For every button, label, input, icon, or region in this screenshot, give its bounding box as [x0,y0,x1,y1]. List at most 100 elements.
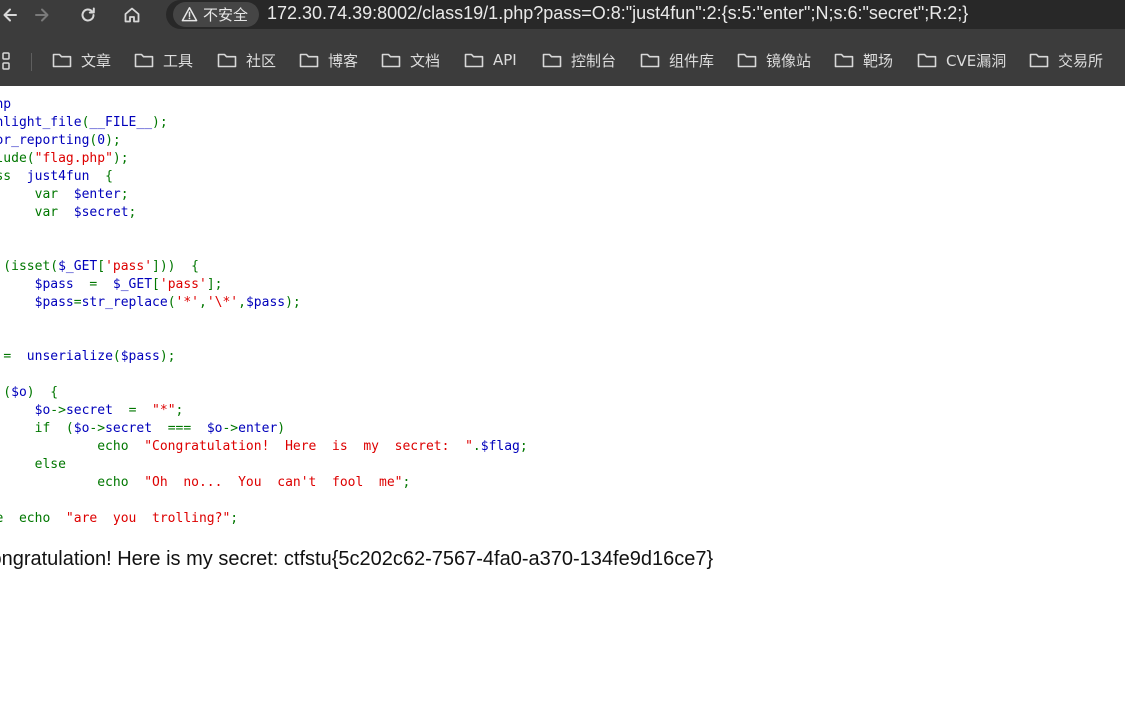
code-token: "flag.php" [34,151,113,166]
code-token: ); [112,151,129,166]
code-token: $_GET [112,277,153,292]
bookmark-folder[interactable]: 交易所 [1029,48,1103,72]
code-token: echo [97,475,129,490]
code-line: <?php [0,96,528,114]
code-token: highlight_file [0,115,82,130]
code-line: highlight_file(__FILE__); [0,114,528,132]
code-token: secret [105,421,168,436]
home-button[interactable] [120,3,144,27]
folder-icon [542,51,562,69]
reload-icon [81,7,95,22]
code-token: [ [97,259,106,274]
bookmark-folder[interactable]: 文档 [381,48,440,72]
code-line: $o = unserialize($pass); [0,348,528,366]
code-token: 'pass' [159,277,207,292]
bookmark-folder[interactable]: 组件库 [640,48,714,72]
apps-grid-icon[interactable] [0,52,10,70]
bookmark-folder[interactable]: 博客 [299,48,358,72]
folder-icon [134,51,154,69]
forward-button[interactable] [30,3,54,27]
folder-icon [917,51,937,69]
security-label: 不安全 [203,6,249,24]
code-token: $pass [34,277,90,292]
code-token: [ [152,277,160,292]
bookmark-label: CVE漏洞 [946,51,1007,70]
home-icon [124,7,140,23]
code-token: "Oh no... You can't fool me" [144,475,403,490]
bookmark-label: 组件库 [669,51,715,70]
code-token: $o [206,421,223,436]
code-token: $pass [34,295,74,310]
code-token: -> [89,421,106,436]
bookmark-folder[interactable]: 工具 [134,48,193,72]
address-bar[interactable]: 不安全 172.30.74.39:8002/class19/1.php?pass… [166,0,1125,29]
folder-icon [217,51,237,69]
code-token: $secret [73,205,129,220]
code-token: "Congratulation! Here is my secret: " [144,439,473,454]
code-line: include("flag.php"); [0,150,528,168]
bookmark-folder[interactable]: 镜像站 [737,48,811,72]
code-token: else echo [0,511,51,526]
code-token: just4fun [26,169,106,184]
code-token: ( [167,295,176,310]
folder-icon [381,51,401,69]
bookmark-folder[interactable]: 社区 [217,48,276,72]
arrow-left-icon [3,8,17,22]
code-token: echo [97,439,129,454]
code-token: { [105,169,113,184]
code-token: . [472,439,481,454]
bookmark-label: 文档 [410,51,441,70]
code-token: = [73,295,82,310]
code-token: str_replace [81,295,168,310]
code-line: } [0,492,528,510]
code-token: , [238,295,246,310]
code-token: ; [128,205,137,220]
url-text[interactable]: 172.30.74.39:8002/class19/1.php?pass=O:8… [267,3,968,24]
bookmarks-divider [31,53,32,71]
back-button[interactable] [0,3,22,27]
code-token: ])) { [152,259,199,274]
bookmark-label: 控制台 [571,51,617,70]
bookmark-label: 工具 [163,51,194,70]
folder-icon [834,51,854,69]
code-token: __FILE__ [89,115,153,130]
code-token: "*" [152,403,176,418]
folder-icon [1029,51,1049,69]
bookmark-folder[interactable]: 文章 [52,48,111,72]
bookmark-folder[interactable]: API [464,48,517,72]
code-token: , [199,295,207,310]
code-line: var $secret; [0,204,528,222]
code-token: ; [230,511,239,526]
code-token: ) [277,421,286,436]
code-line: $pass = $_GET['pass']; [0,276,528,294]
navigation-bar: 不安全 172.30.74.39:8002/class19/1.php?pass… [0,0,1125,30]
code-token: ) { [26,385,59,400]
bookmark-label: 镜像站 [766,51,812,70]
code-line: class just4fun { [0,168,528,186]
code-token: ; [519,439,528,454]
code-token: '\*' [206,295,239,310]
code-token: secret [65,403,129,418]
reload-button[interactable] [76,3,100,27]
code-token: if (isset( [3,259,59,274]
folder-icon [737,51,757,69]
site-security-chip[interactable]: 不安全 [173,2,260,27]
arrow-right-icon [35,8,49,22]
code-token: "are you trolling?" [65,511,231,526]
code-token: = [128,403,153,418]
code-token: ( [112,349,121,364]
code-token: $pass [120,349,160,364]
bookmark-folder[interactable]: CVE漏洞 [917,48,1006,72]
bookmark-label: 社区 [246,51,277,70]
bookmark-folder[interactable]: 靶场 [834,48,893,72]
warning-icon [181,7,198,22]
bookmark-folder[interactable]: 控制台 [542,48,616,72]
code-token: -> [50,403,66,418]
code-token: = [3,349,27,364]
code-token: $pass [245,295,286,310]
code-token: 'pass' [105,259,153,274]
